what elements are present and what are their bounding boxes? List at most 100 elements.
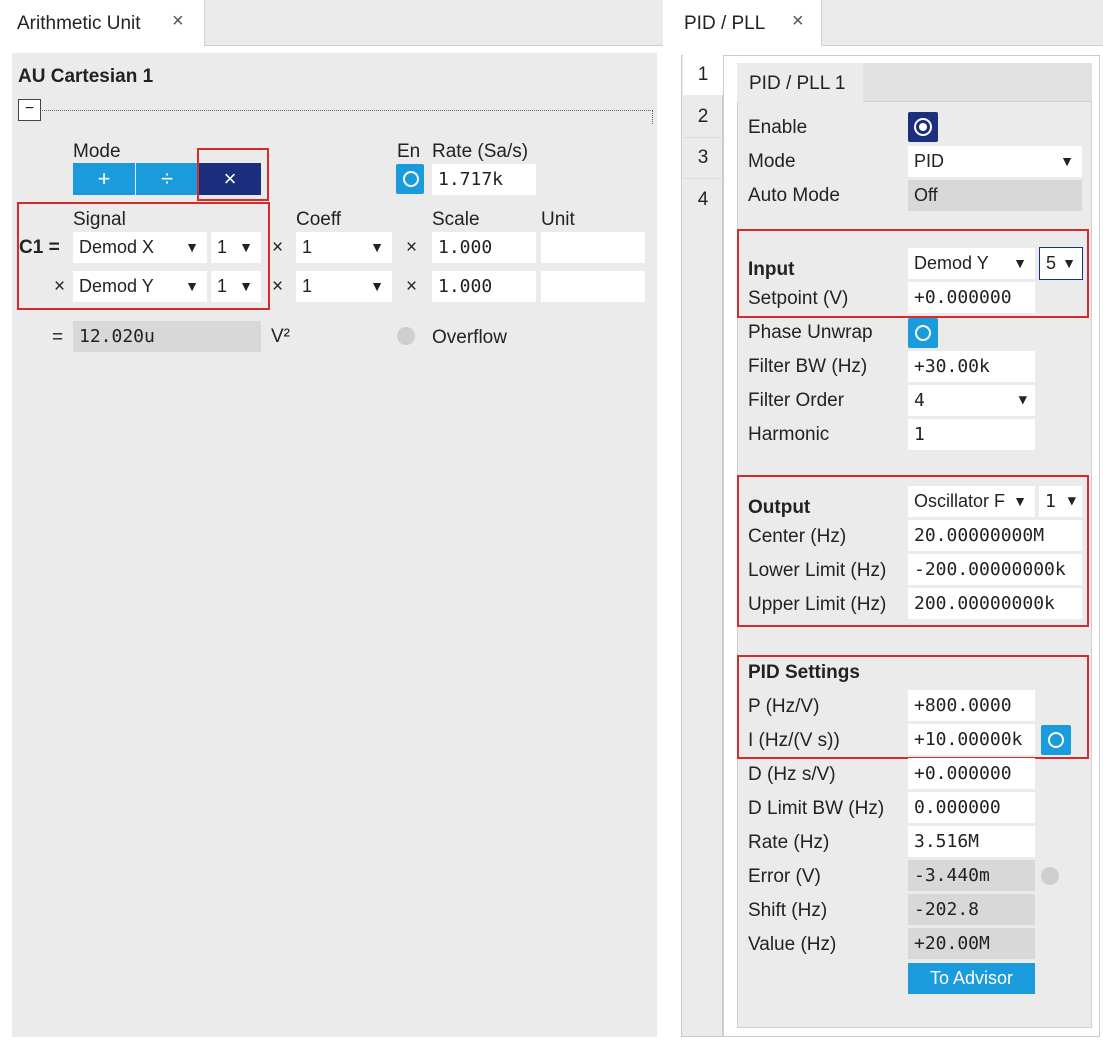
error-field: -3.440m xyxy=(908,860,1035,891)
i-field[interactable]: +10.00000k xyxy=(908,724,1035,755)
to-advisor-button[interactable]: To Advisor xyxy=(908,963,1035,994)
output-index-select[interactable]: 1 ▼ xyxy=(1039,486,1082,517)
arithmetic-unit-panel xyxy=(12,53,657,1037)
signal-select-2-value: Demod Y xyxy=(79,276,154,296)
d-limit-field[interactable]: 0.000000 xyxy=(908,792,1035,823)
input-signal-value: Demod Y xyxy=(914,253,989,273)
side-tab-2[interactable]: 2 xyxy=(683,97,723,138)
error-indicator xyxy=(1041,867,1059,885)
mode-add-button[interactable]: + xyxy=(73,163,135,195)
output-signal-select[interactable]: Oscillator F ▼ xyxy=(908,486,1035,517)
triangle-down-icon: ▼ xyxy=(1067,493,1076,509)
triangle-down-icon: ▼ xyxy=(185,278,199,294)
pid-enable-radio[interactable] xyxy=(908,112,938,142)
auto-mode-label: Auto Mode xyxy=(748,185,840,206)
pid-mode-value: PID xyxy=(914,151,945,171)
enable-radio[interactable] xyxy=(396,164,424,194)
coeff-select-2[interactable]: 1 ▼ xyxy=(296,271,392,302)
lower-limit-field[interactable]: -200.00000000k xyxy=(908,554,1082,585)
inner-tab-pid-pll-1[interactable]: PID / PLL 1 xyxy=(737,63,863,102)
minus-icon: − xyxy=(24,100,35,117)
multiply-op: × xyxy=(406,237,418,258)
signal-select-2[interactable]: Demod Y ▼ xyxy=(73,271,207,302)
mode-multiply-button[interactable]: × xyxy=(199,163,261,195)
upper-limit-label: Upper Limit (Hz) xyxy=(748,594,887,615)
signal-select-1-value: Demod X xyxy=(79,237,155,257)
filter-order-label: Filter Order xyxy=(748,390,845,411)
pid-rate-label: Rate (Hz) xyxy=(748,832,830,853)
upper-limit-field[interactable]: 200.00000000k xyxy=(908,588,1082,619)
pid-mode-select[interactable]: PID ▼ xyxy=(908,146,1082,177)
result-unit: V² xyxy=(271,326,290,347)
scale-field-1[interactable]: 1.000 xyxy=(432,232,536,263)
d-label: D (Hz s/V) xyxy=(748,764,836,785)
output-index-value: 1 xyxy=(1045,491,1056,512)
input-signal-select[interactable]: Demod Y ▼ xyxy=(908,248,1035,279)
en-label: En xyxy=(397,141,421,162)
filter-bw-field[interactable]: +30.00k xyxy=(908,351,1035,382)
coeff-select-1[interactable]: 1 ▼ xyxy=(296,232,392,263)
triangle-down-icon: ▼ xyxy=(1013,255,1027,271)
center-field[interactable]: 20.00000000M xyxy=(908,520,1082,551)
tab-pid-pll-label: PID / PLL xyxy=(684,13,766,34)
output-signal-value: Oscillator F xyxy=(914,491,1006,511)
value-field: +20.00M xyxy=(908,928,1035,959)
coeff-header: Coeff xyxy=(296,209,342,230)
triangle-down-icon: ▼ xyxy=(370,239,384,255)
harmonic-field[interactable]: 1 xyxy=(908,419,1035,450)
overflow-label: Overflow xyxy=(432,327,507,348)
input-index-select[interactable]: 5 ▼ xyxy=(1039,247,1083,280)
triangle-down-icon: ▼ xyxy=(239,278,253,294)
harmonic-label: Harmonic xyxy=(748,424,830,445)
triangle-down-icon: ▼ xyxy=(239,239,253,255)
setpoint-field[interactable]: +0.000000 xyxy=(908,282,1035,313)
value-label: Value (Hz) xyxy=(748,934,837,955)
result-equals: = xyxy=(52,327,64,348)
rate-field[interactable]: 1.717k xyxy=(432,164,536,195)
side-tab-3[interactable]: 3 xyxy=(683,138,723,179)
signal-header: Signal xyxy=(73,209,126,230)
scale-field-2[interactable]: 1.000 xyxy=(432,271,536,302)
p-field[interactable]: +800.0000 xyxy=(908,690,1035,721)
pid-rate-field[interactable]: 3.516M xyxy=(908,826,1035,857)
i-radio[interactable] xyxy=(1041,725,1071,755)
multiply-op: × xyxy=(406,276,418,297)
phase-unwrap-radio[interactable] xyxy=(908,318,938,348)
unit-header: Unit xyxy=(541,209,575,230)
triangle-down-icon: ▼ xyxy=(1018,392,1027,408)
auto-mode-field[interactable]: Off xyxy=(908,180,1082,211)
d-field[interactable]: +0.000000 xyxy=(908,758,1035,789)
index-select-2-value: 1 xyxy=(217,276,228,296)
unit-field-1[interactable] xyxy=(541,232,645,263)
triangle-down-icon: ▼ xyxy=(1062,255,1076,271)
close-icon[interactable]: × xyxy=(792,10,804,33)
index-select-1[interactable]: 1 ▼ xyxy=(211,232,261,263)
rate-label: Rate (Sa/s) xyxy=(432,141,529,162)
tab-pid-pll[interactable]: PID / PLL × xyxy=(671,0,822,46)
coeff-select-2-value: 1 xyxy=(302,276,313,296)
side-tab-4[interactable]: 4 xyxy=(683,180,723,220)
triangle-down-icon: ▼ xyxy=(370,278,384,294)
signal-select-1[interactable]: Demod X ▼ xyxy=(73,232,207,263)
index-select-1-value: 1 xyxy=(217,237,228,257)
side-tab-1[interactable]: 1 xyxy=(683,55,723,95)
unit-field-2[interactable] xyxy=(541,271,645,302)
multiply-op: × xyxy=(272,276,284,297)
close-icon[interactable]: × xyxy=(172,10,184,33)
setpoint-label: Setpoint (V) xyxy=(748,288,849,309)
triangle-down-icon: ▼ xyxy=(1013,493,1027,509)
filter-order-select[interactable]: 4 ▼ xyxy=(908,385,1035,416)
c1-label: C1 = xyxy=(19,237,60,258)
mode-divide-button[interactable]: ÷ xyxy=(136,163,198,195)
shift-field: -202.8 xyxy=(908,894,1035,925)
mode-label: Mode xyxy=(73,141,121,162)
collapse-button[interactable]: − xyxy=(18,99,41,121)
d-limit-label: D Limit BW (Hz) xyxy=(748,798,885,819)
section-divider xyxy=(42,110,653,111)
shift-label: Shift (Hz) xyxy=(748,900,828,921)
enable-label: Enable xyxy=(748,117,808,138)
row2-prefix: × xyxy=(54,276,66,297)
index-select-2[interactable]: 1 ▼ xyxy=(211,271,261,302)
tab-arithmetic-unit[interactable]: Arithmetic Unit × xyxy=(0,0,205,46)
scale-header: Scale xyxy=(432,209,480,230)
